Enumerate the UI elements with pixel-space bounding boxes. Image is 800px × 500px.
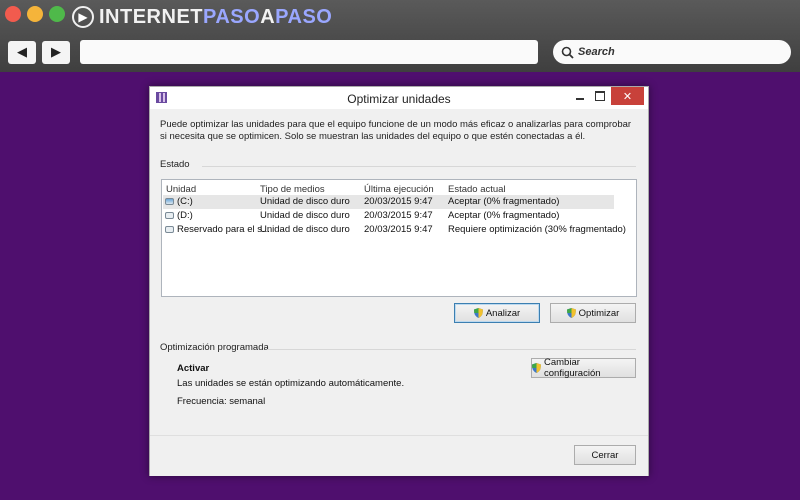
schedule-frequency: Frecuencia: semanal (177, 396, 266, 407)
optimize-drives-window: Optimizar unidades ✕ Puede optimizar las… (149, 86, 649, 476)
scheduled-section-label: Optimización programada (160, 342, 269, 353)
drive-row-reserved[interactable]: Reservado para el s... Unidad de disco d… (163, 223, 626, 237)
column-header-status[interactable]: Estado actual (448, 184, 506, 195)
dialog-footer: Cerrar (150, 435, 648, 476)
maximize-icon (595, 91, 605, 101)
maximize-button[interactable] (591, 87, 609, 105)
status-section-label: Estado (160, 159, 190, 170)
search-placeholder: Search (578, 46, 615, 58)
scheduled-description: Las unidades se están optimizando automá… (177, 378, 405, 389)
scheduled-divider (267, 349, 636, 350)
drive-row-d[interactable]: (D:) Unidad de disco duro 20/03/2015 9:4… (163, 209, 614, 223)
drive-last-run: 20/03/2015 9:47 (364, 196, 433, 207)
drive-status: Aceptar (0% fragmentado) (448, 210, 560, 221)
shield-icon (532, 363, 541, 373)
drive-status: Aceptar (0% fragmentado) (448, 196, 560, 207)
scheduled-state: Activar (177, 363, 210, 374)
drives-list[interactable]: Unidad Tipo de medios Última ejecución E… (161, 179, 637, 297)
minimize-button[interactable] (571, 87, 589, 105)
analyze-label: Analizar (485, 307, 521, 319)
forward-button[interactable]: ▶ (42, 41, 70, 64)
minimize-window-dot[interactable] (27, 6, 43, 22)
close-dialog-label: Cerrar (591, 449, 619, 461)
back-button[interactable]: ◀ (8, 41, 36, 64)
drive-type: Unidad de disco duro (260, 196, 350, 207)
close-dialog-button[interactable]: Cerrar (574, 445, 636, 465)
close-window-dot[interactable] (5, 6, 21, 22)
drive-unit: (C:) (177, 196, 193, 207)
drive-unit: (D:) (177, 210, 193, 221)
optimize-button[interactable]: Optimizar (550, 303, 636, 323)
hard-drive-icon (165, 226, 174, 233)
site-logo[interactable]: ▶ INTERNETPASOAPASO (72, 5, 332, 29)
drive-type: Unidad de disco duro (260, 210, 350, 221)
title-bar: Optimizar unidades ✕ (150, 87, 648, 109)
drive-last-run: 20/03/2015 9:47 (364, 224, 433, 235)
close-icon: ✕ (622, 90, 633, 103)
status-divider (202, 166, 636, 167)
arrow-left-icon: ◀ (17, 45, 27, 60)
search-input[interactable]: Search (553, 40, 791, 64)
column-header-last-run[interactable]: Última ejecución (364, 184, 434, 195)
address-bar[interactable] (80, 40, 538, 64)
close-button[interactable]: ✕ (611, 87, 644, 105)
window-description: Puede optimizar las unidades para que el… (160, 119, 632, 142)
hard-drive-icon (165, 212, 174, 219)
drive-type: Unidad de disco duro (260, 224, 350, 235)
drive-last-run: 20/03/2015 9:47 (364, 210, 433, 221)
change-settings-label: Cambiar configuración (544, 357, 601, 379)
drive-unit: Reservado para el s... (177, 224, 270, 235)
zoom-window-dot[interactable] (49, 6, 65, 22)
logo-icon: ▶ (72, 6, 94, 28)
drive-status: Requiere optimización (30% fragmentado) (448, 224, 626, 235)
column-header-unit[interactable]: Unidad (166, 184, 196, 195)
arrow-right-icon: ▶ (51, 45, 61, 60)
change-settings-button[interactable]: Cambiar configuración (531, 357, 636, 379)
minimize-icon (576, 98, 584, 100)
system-drive-icon (165, 198, 174, 205)
shield-icon (473, 308, 483, 318)
drive-row-c[interactable]: (C:) Unidad de disco duro 20/03/2015 9:4… (163, 195, 614, 209)
optimize-label: Optimizar (578, 307, 620, 319)
browser-chrome: ▶ INTERNETPASOAPASO ◀ ▶ Search (0, 0, 800, 72)
logo-text: INTERNETPASOAPASO (99, 5, 333, 28)
column-header-media-type[interactable]: Tipo de medios (260, 184, 325, 195)
search-icon (561, 46, 574, 59)
shield-icon (566, 308, 576, 318)
analyze-button[interactable]: Analizar (454, 303, 540, 323)
